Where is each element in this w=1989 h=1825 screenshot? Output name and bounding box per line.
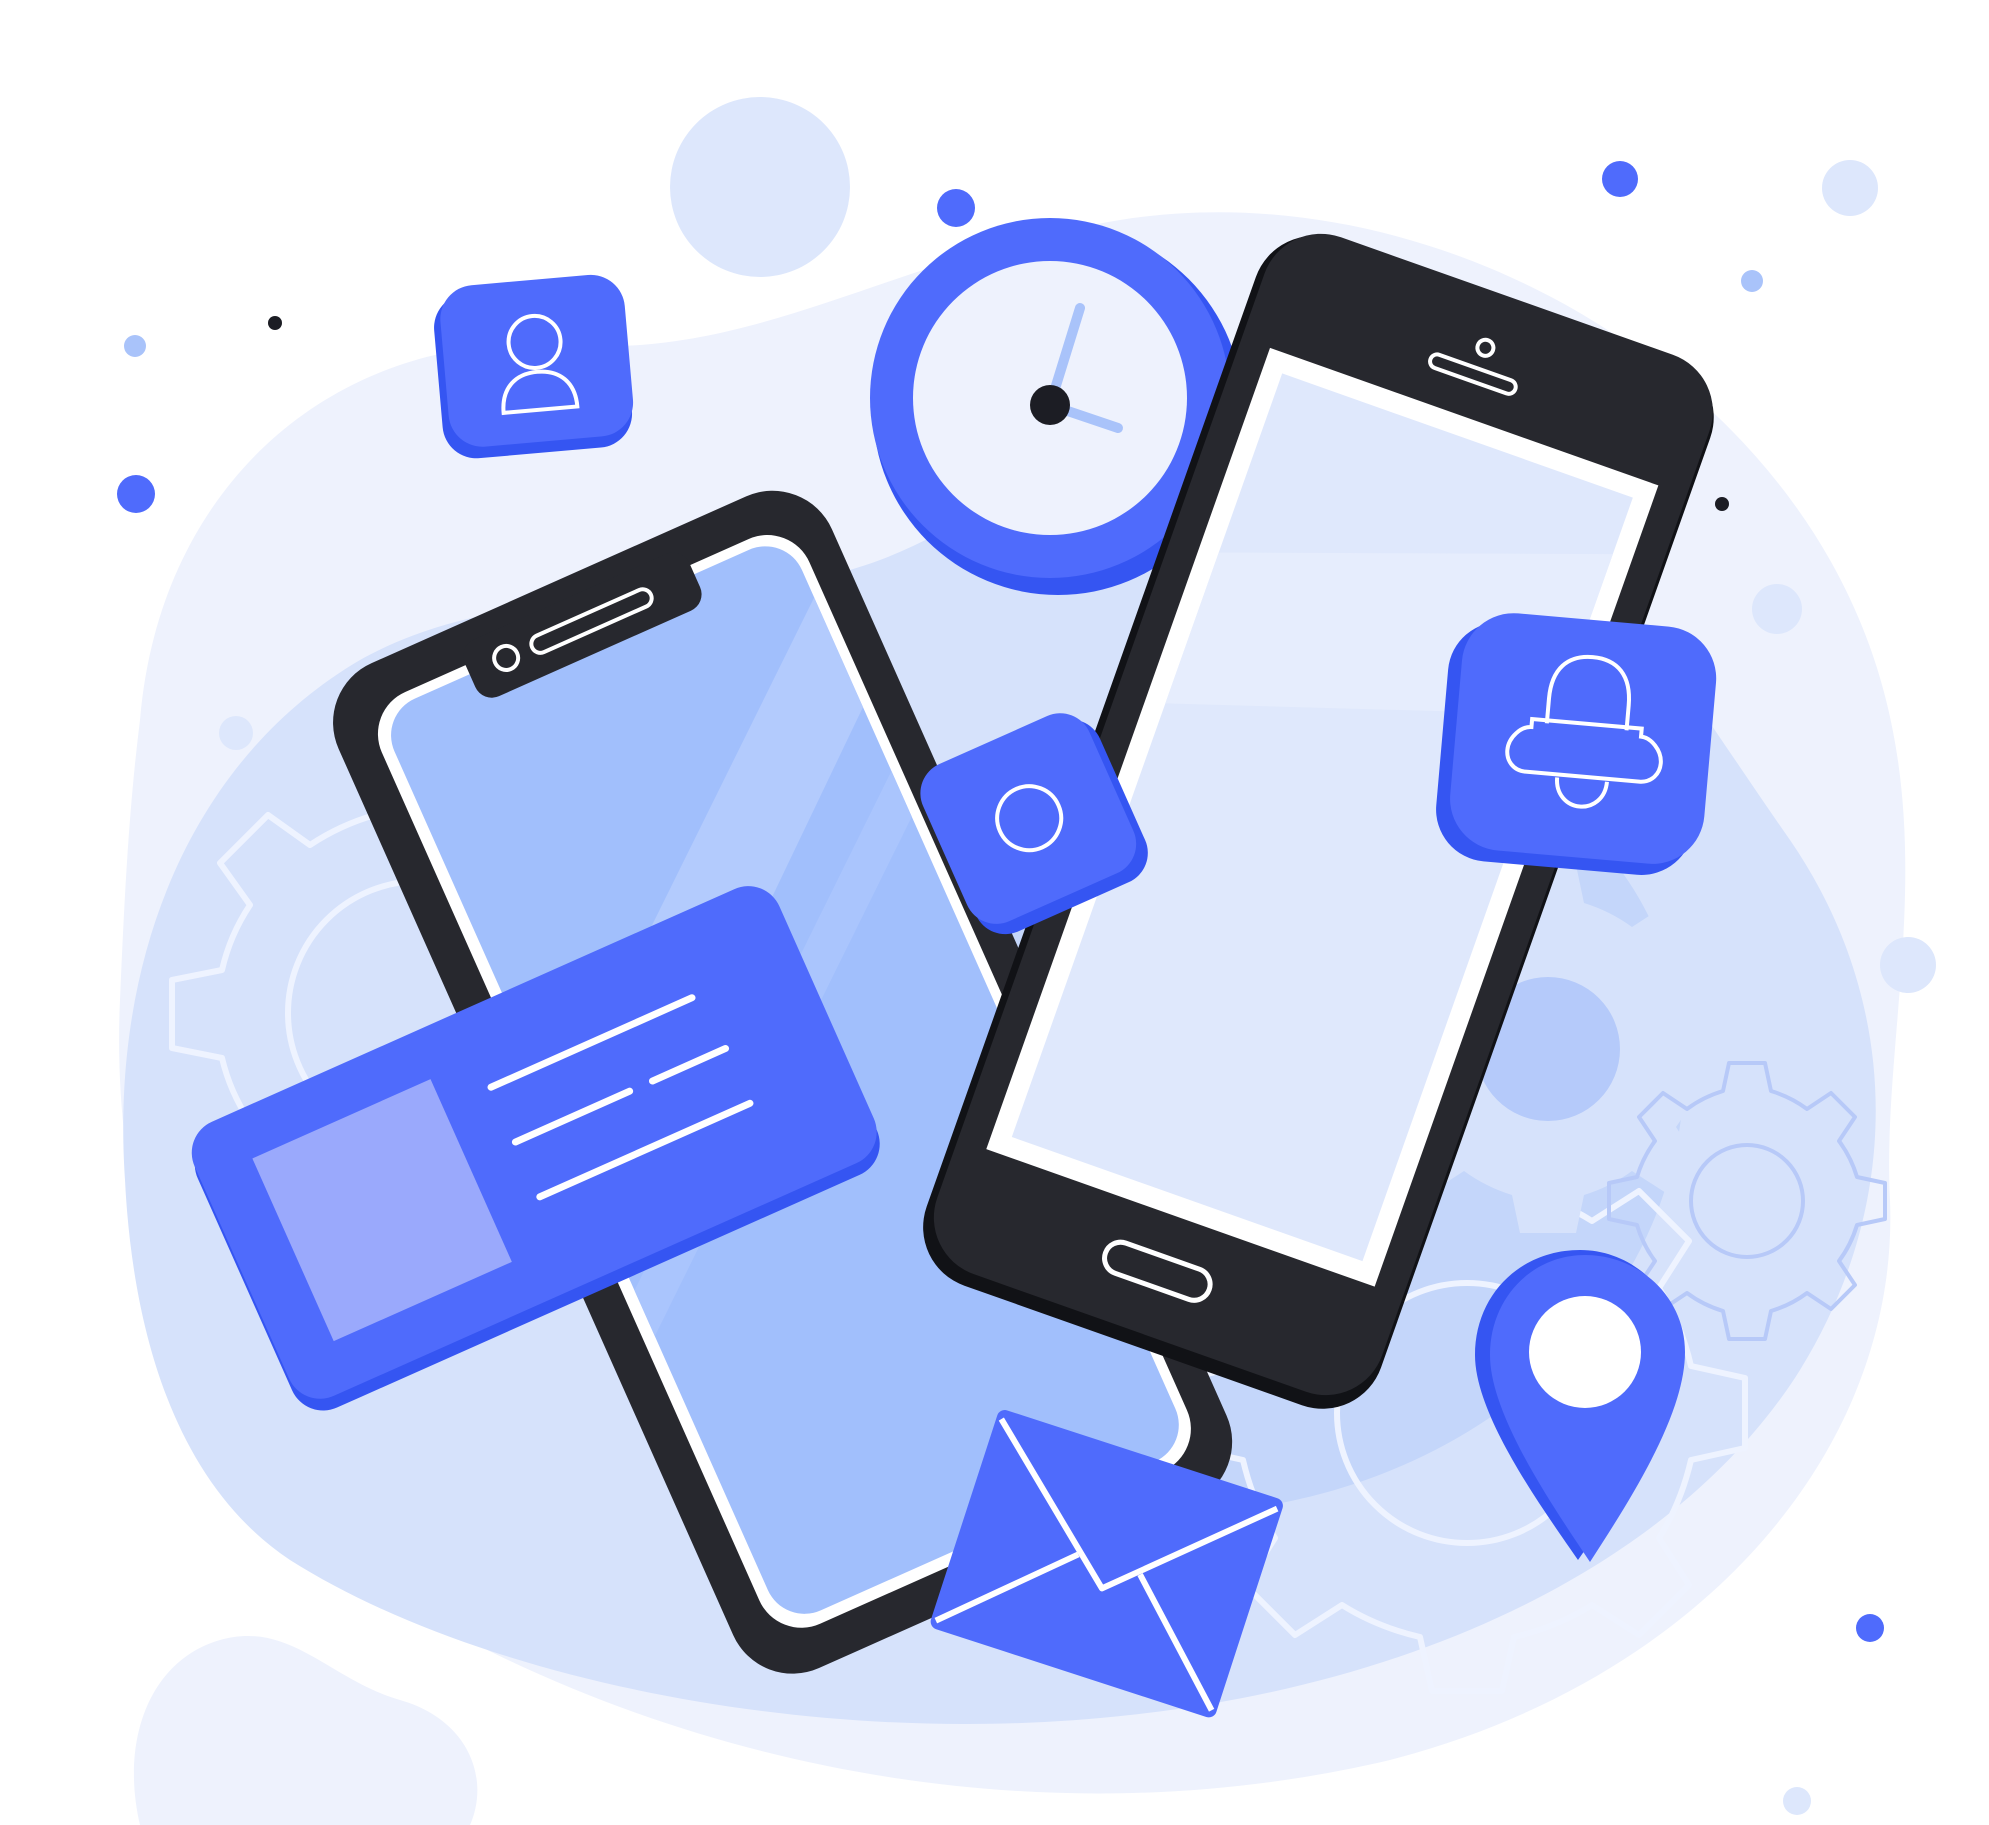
dot <box>1783 1787 1811 1815</box>
user-badge <box>434 274 634 459</box>
dot <box>117 475 155 513</box>
dot <box>1752 584 1802 634</box>
dot <box>1715 497 1729 511</box>
dot <box>1741 270 1763 292</box>
dot <box>1602 161 1638 197</box>
mobile-apps-illustration <box>117 97 1936 1825</box>
dot <box>937 189 975 227</box>
dot <box>1822 160 1878 216</box>
circle-top <box>670 97 850 277</box>
dot <box>124 335 146 357</box>
dot <box>1880 937 1936 993</box>
dot <box>268 316 282 330</box>
bell-badge <box>1436 613 1717 875</box>
blob-bottom-left <box>133 1635 478 1825</box>
dot <box>219 716 253 750</box>
dot <box>1856 1614 1884 1642</box>
